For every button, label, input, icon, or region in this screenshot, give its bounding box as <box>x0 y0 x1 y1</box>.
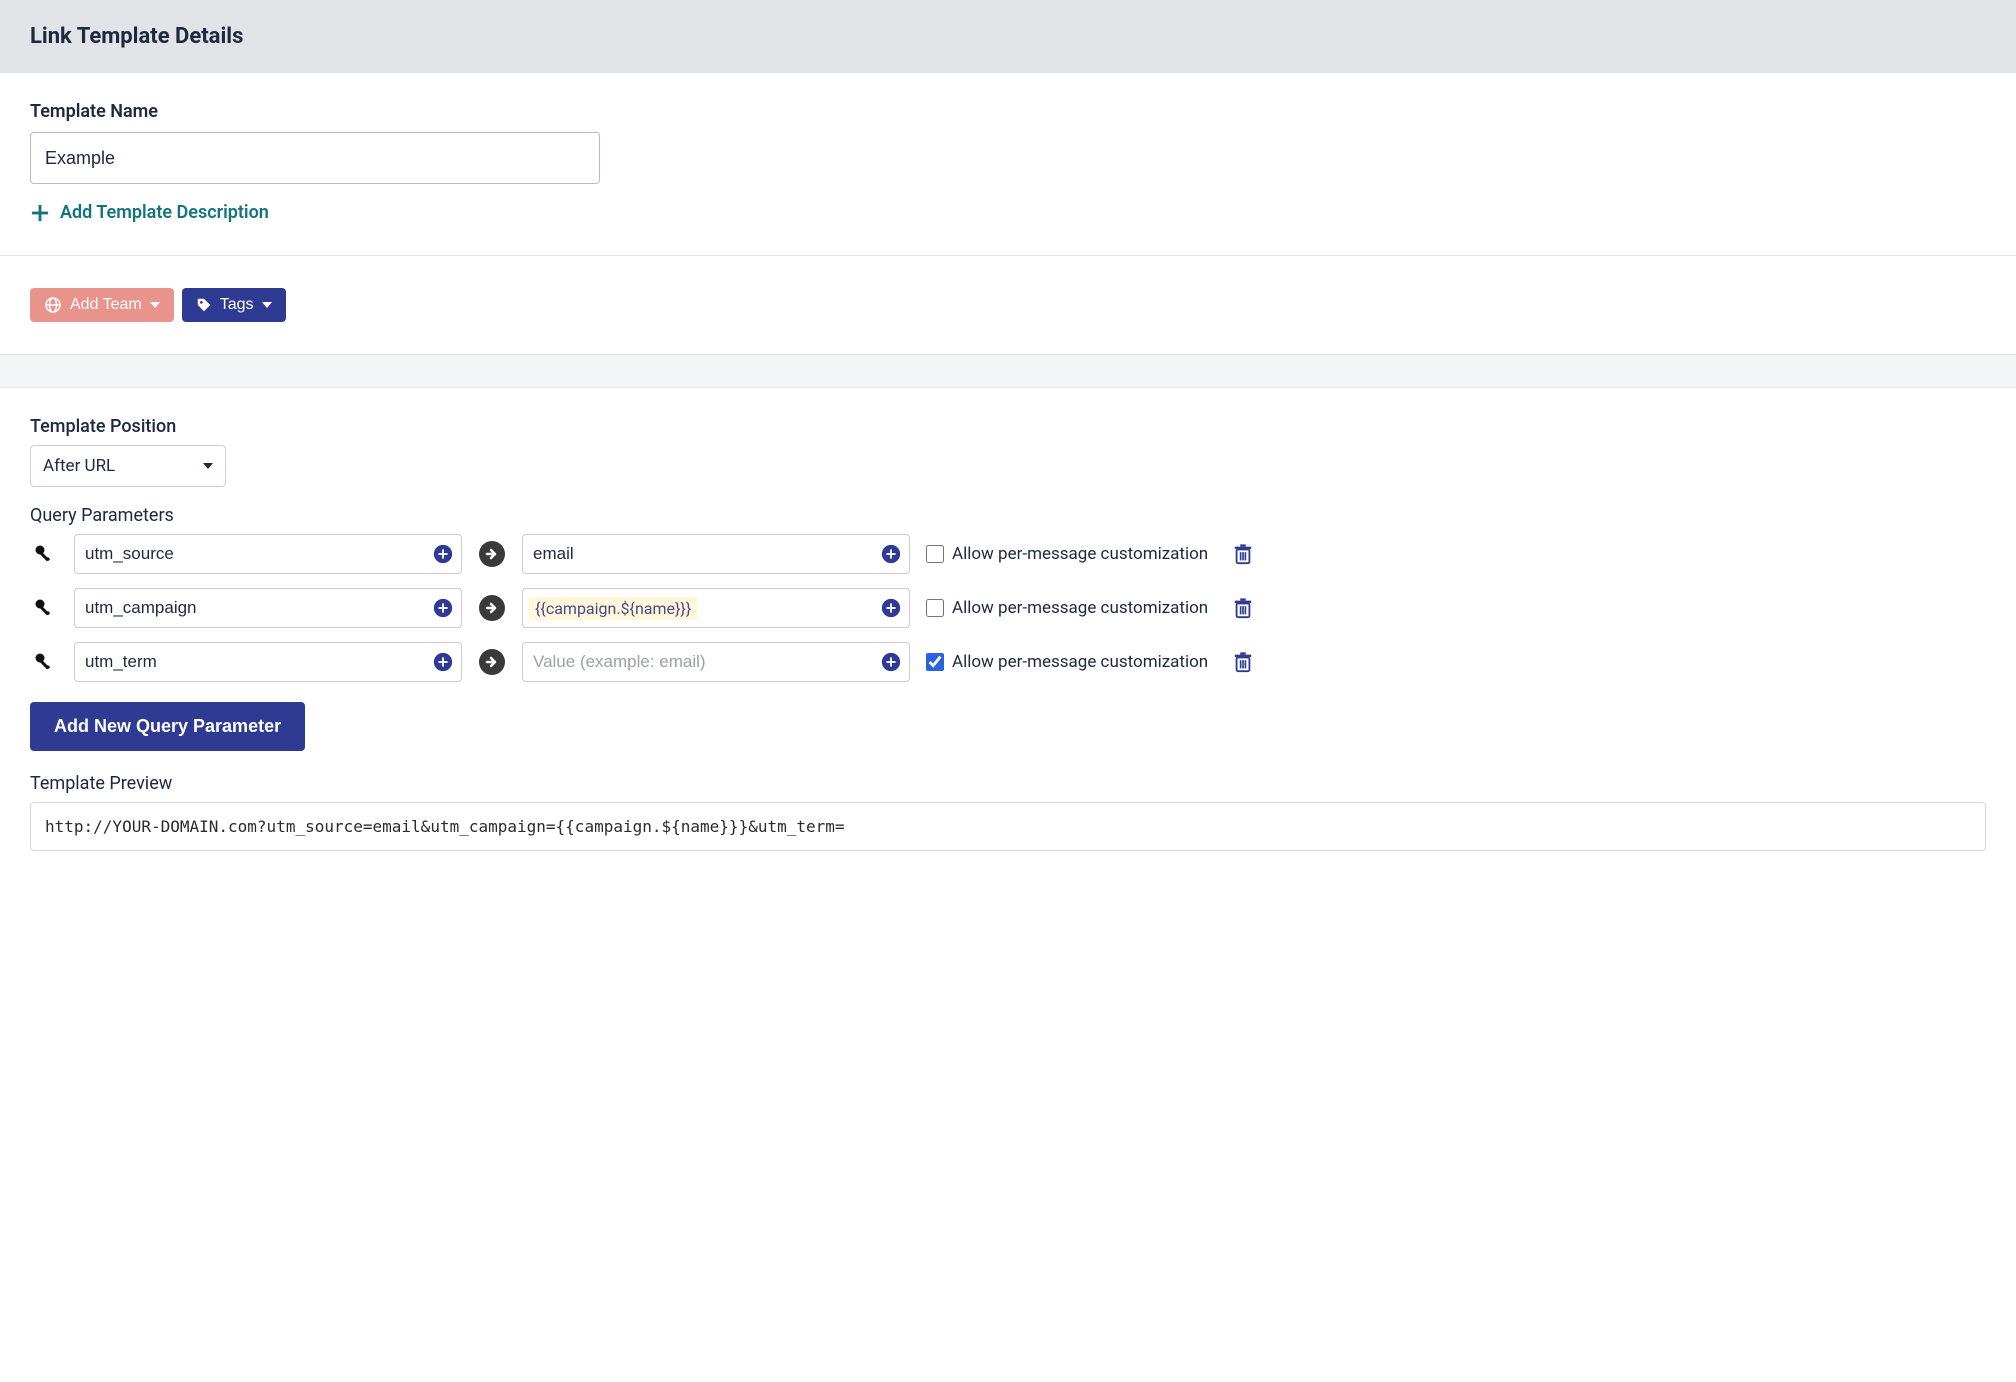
allow-customization-checkbox[interactable] <box>926 599 944 617</box>
allow-customization-checkbox[interactable] <box>926 545 944 563</box>
plus-circle-icon[interactable] <box>432 597 454 619</box>
template-preview-value: http://YOUR-DOMAIN.com?utm_source=email&… <box>30 802 1986 851</box>
query-param-row: {{campaign.${name}}} Allow per-message c… <box>30 588 1986 628</box>
allow-customization-checkbox[interactable] <box>926 653 944 671</box>
trash-icon[interactable] <box>1232 543 1254 565</box>
meta-buttons-section: Add Team Tags <box>0 256 2016 354</box>
template-position-label: Template Position <box>30 416 1986 437</box>
caret-down-icon <box>150 302 160 308</box>
template-body-section: Template Position After URL Query Parame… <box>0 388 2016 883</box>
trash-icon[interactable] <box>1232 597 1254 619</box>
tags-label: Tags <box>220 296 254 314</box>
plus-circle-icon[interactable] <box>880 543 902 565</box>
allow-customization-label: Allow per-message customization <box>952 544 1208 564</box>
param-key-input[interactable] <box>74 588 462 628</box>
param-key-input[interactable] <box>74 534 462 574</box>
template-name-input[interactable] <box>30 132 600 184</box>
arrow-right-icon <box>478 540 506 568</box>
plus-circle-icon[interactable] <box>880 651 902 673</box>
template-position-select[interactable]: After URL <box>30 445 226 487</box>
template-name-label: Template Name <box>30 101 1986 122</box>
section-header: Link Template Details <box>0 0 2016 73</box>
tags-button[interactable]: Tags <box>182 288 286 322</box>
query-param-row: Allow per-message customization <box>30 642 1986 682</box>
template-preview-label: Template Preview <box>30 773 1986 794</box>
caret-down-icon <box>262 302 272 308</box>
separator-band <box>0 354 2016 388</box>
key-icon <box>33 651 55 673</box>
add-team-label: Add Team <box>70 296 142 314</box>
tag-icon <box>196 297 212 313</box>
add-description-button[interactable]: Add Template Description <box>30 202 1986 223</box>
allow-customization-label: Allow per-message customization <box>952 598 1208 618</box>
liquid-token: {{campaign.${name}}} <box>529 597 697 620</box>
query-parameters-label: Query Parameters <box>30 505 1986 526</box>
template-position-value: After URL <box>43 456 115 476</box>
add-description-label: Add Template Description <box>60 202 269 223</box>
page-title: Link Template Details <box>30 24 1986 49</box>
arrow-right-icon <box>478 648 506 676</box>
allow-customization-toggle[interactable]: Allow per-message customization <box>926 652 1208 672</box>
key-icon <box>33 543 55 565</box>
param-value-input[interactable] <box>522 534 910 574</box>
allow-customization-label: Allow per-message customization <box>952 652 1208 672</box>
add-query-parameter-button[interactable]: Add New Query Parameter <box>30 702 305 751</box>
plus-circle-icon[interactable] <box>880 597 902 619</box>
trash-icon[interactable] <box>1232 651 1254 673</box>
query-param-row: Allow per-message customization <box>30 534 1986 574</box>
allow-customization-toggle[interactable]: Allow per-message customization <box>926 544 1208 564</box>
param-key-input[interactable] <box>74 642 462 682</box>
arrow-right-icon <box>478 594 506 622</box>
key-icon <box>33 597 55 619</box>
param-value-input[interactable] <box>522 642 910 682</box>
allow-customization-toggle[interactable]: Allow per-message customization <box>926 598 1208 618</box>
plus-circle-icon[interactable] <box>432 651 454 673</box>
plus-icon <box>30 203 50 223</box>
globe-icon <box>44 296 62 314</box>
add-team-button[interactable]: Add Team <box>30 288 174 322</box>
plus-circle-icon[interactable] <box>432 543 454 565</box>
param-value-input[interactable]: {{campaign.${name}}} <box>522 588 910 628</box>
caret-down-icon <box>203 463 213 469</box>
template-name-section: Template Name Add Template Description <box>0 73 2016 256</box>
